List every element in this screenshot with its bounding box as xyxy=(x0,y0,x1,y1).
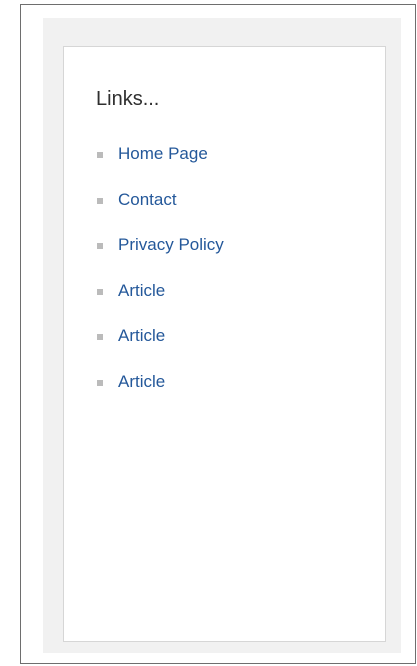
square-bullet-icon xyxy=(97,243,103,249)
article-link[interactable]: Article xyxy=(118,372,165,392)
home-page-link[interactable]: Home Page xyxy=(118,144,208,164)
square-bullet-icon xyxy=(97,334,103,340)
list-item: Article xyxy=(97,372,224,418)
links-widget: Links... Home Page Contact Privacy Polic… xyxy=(63,46,386,642)
privacy-policy-link[interactable]: Privacy Policy xyxy=(118,235,224,255)
widget-title: Links... xyxy=(96,88,160,110)
square-bullet-icon xyxy=(97,379,103,386)
link-list: Home Page Contact Privacy Policy Article… xyxy=(97,144,224,417)
list-item: Home Page xyxy=(97,144,224,190)
list-item: Contact xyxy=(97,190,224,236)
list-item: Article xyxy=(97,281,224,327)
article-link[interactable]: Article xyxy=(118,326,165,346)
article-link[interactable]: Article xyxy=(118,281,165,301)
contact-link[interactable]: Contact xyxy=(118,190,177,210)
square-bullet-icon xyxy=(97,197,103,204)
list-item: Article xyxy=(97,326,224,372)
square-bullet-icon xyxy=(97,288,103,295)
square-bullet-icon xyxy=(97,152,103,158)
list-item: Privacy Policy xyxy=(97,235,224,281)
